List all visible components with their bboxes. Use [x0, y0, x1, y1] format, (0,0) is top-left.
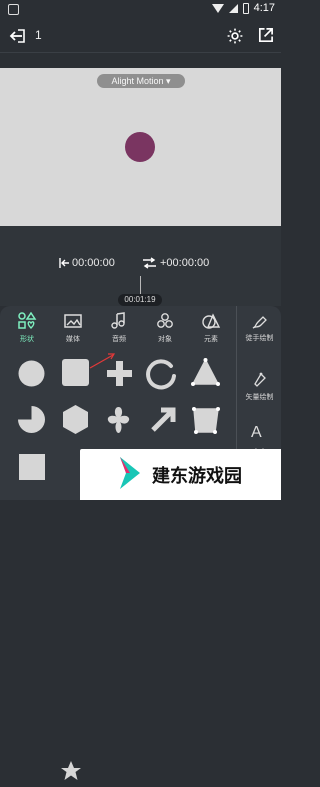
current-time-marker: 00:01:19 [118, 294, 162, 306]
shape-arrow-button[interactable] [148, 405, 178, 435]
vector-draw-tool[interactable]: 矢量绘制 [237, 366, 282, 406]
triangle-shape-icon [191, 358, 220, 386]
status-time: 4:17 [253, 2, 275, 14]
flower-shape-icon [107, 407, 130, 433]
shape-square-button[interactable] [61, 358, 90, 387]
vector-pen-icon [254, 372, 266, 387]
freehand-pen-icon [252, 316, 267, 329]
shape-star-button[interactable] [60, 760, 82, 782]
settings-gear-icon[interactable] [226, 27, 244, 45]
shape-pie-button[interactable] [16, 404, 47, 435]
freehand-label: 徒手绘制 [245, 335, 274, 342]
signal-icon [228, 3, 238, 13]
tab-label-shapes: 形状 [20, 336, 34, 343]
status-icons: 4:17 [211, 2, 275, 14]
tab-media[interactable]: 媒体 [49, 306, 97, 346]
promo-watermark-card: 建东游戏园 [80, 449, 281, 500]
tab-elements[interactable]: 元素 [187, 306, 235, 346]
arrow-shape-icon [151, 407, 176, 432]
project-title: 1 [35, 28, 42, 42]
start-time: 00:00:00 [72, 257, 115, 269]
tab-label-elements: 元素 [204, 336, 218, 343]
exit-icon[interactable] [8, 28, 26, 44]
tab-label-media: 媒体 [66, 336, 80, 343]
objects-icon [157, 313, 173, 328]
hexagon-shape-icon [63, 405, 88, 434]
arc-shape-icon [146, 359, 176, 390]
media-icon [64, 314, 82, 328]
tab-shapes[interactable]: 形状 [3, 306, 51, 346]
shape-small-square-button[interactable] [18, 453, 46, 481]
shape-hexagon-button[interactable] [61, 404, 90, 435]
freehand-draw-tool[interactable]: 徒手绘制 [237, 306, 282, 346]
shape-quad-button[interactable] [191, 405, 221, 435]
panel-tabs: 形状 媒体 音频 对象 元素 [0, 306, 235, 346]
promo-text: 建东游戏园 [152, 466, 242, 486]
elements-icon [202, 313, 221, 329]
timeline-area[interactable]: 00:00:00 +00:00:00 00:01:19 [0, 226, 281, 306]
repeat-icon[interactable] [142, 257, 157, 269]
tab-label-objects: 对象 [158, 336, 172, 343]
square-shape-icon [62, 359, 89, 386]
app-status-icon [8, 4, 19, 15]
skip-to-start-icon[interactable] [58, 257, 70, 269]
status-bar: 4:17 [0, 0, 281, 20]
offset-time: +00:00:00 [160, 257, 210, 269]
shapes-icon [18, 312, 37, 329]
plus-shape-icon [107, 361, 132, 386]
preview-canvas[interactable]: Alight Motion ▾ [0, 68, 281, 226]
watermark-badge: Alight Motion ▾ [97, 74, 185, 88]
shape-arc-button[interactable] [145, 358, 177, 390]
battery-icon [242, 2, 249, 14]
quad-shape-icon [192, 407, 220, 434]
share-export-icon[interactable] [257, 27, 274, 44]
shape-circle-button[interactable] [16, 358, 47, 389]
wifi-icon [211, 3, 224, 13]
pie-shape-icon [18, 406, 45, 433]
star-shape-icon [61, 761, 81, 780]
tab-objects[interactable]: 对象 [141, 306, 189, 346]
shape-triangle-button[interactable] [190, 357, 221, 387]
music-note-icon [111, 312, 125, 329]
shape-flower-button[interactable] [103, 405, 134, 435]
vector-label: 矢量绘制 [245, 394, 274, 401]
play-logo-icon [120, 457, 140, 489]
small-square-shape-icon [19, 454, 45, 480]
canvas-circle-shape[interactable] [125, 132, 155, 162]
tab-audio[interactable]: 音频 [95, 306, 143, 346]
shape-plus-button[interactable] [105, 359, 134, 388]
top-toolbar: 1 [0, 20, 281, 53]
tab-label-audio: 音频 [112, 336, 126, 343]
circle-shape-icon [18, 360, 45, 387]
text-icon: A [251, 424, 262, 441]
